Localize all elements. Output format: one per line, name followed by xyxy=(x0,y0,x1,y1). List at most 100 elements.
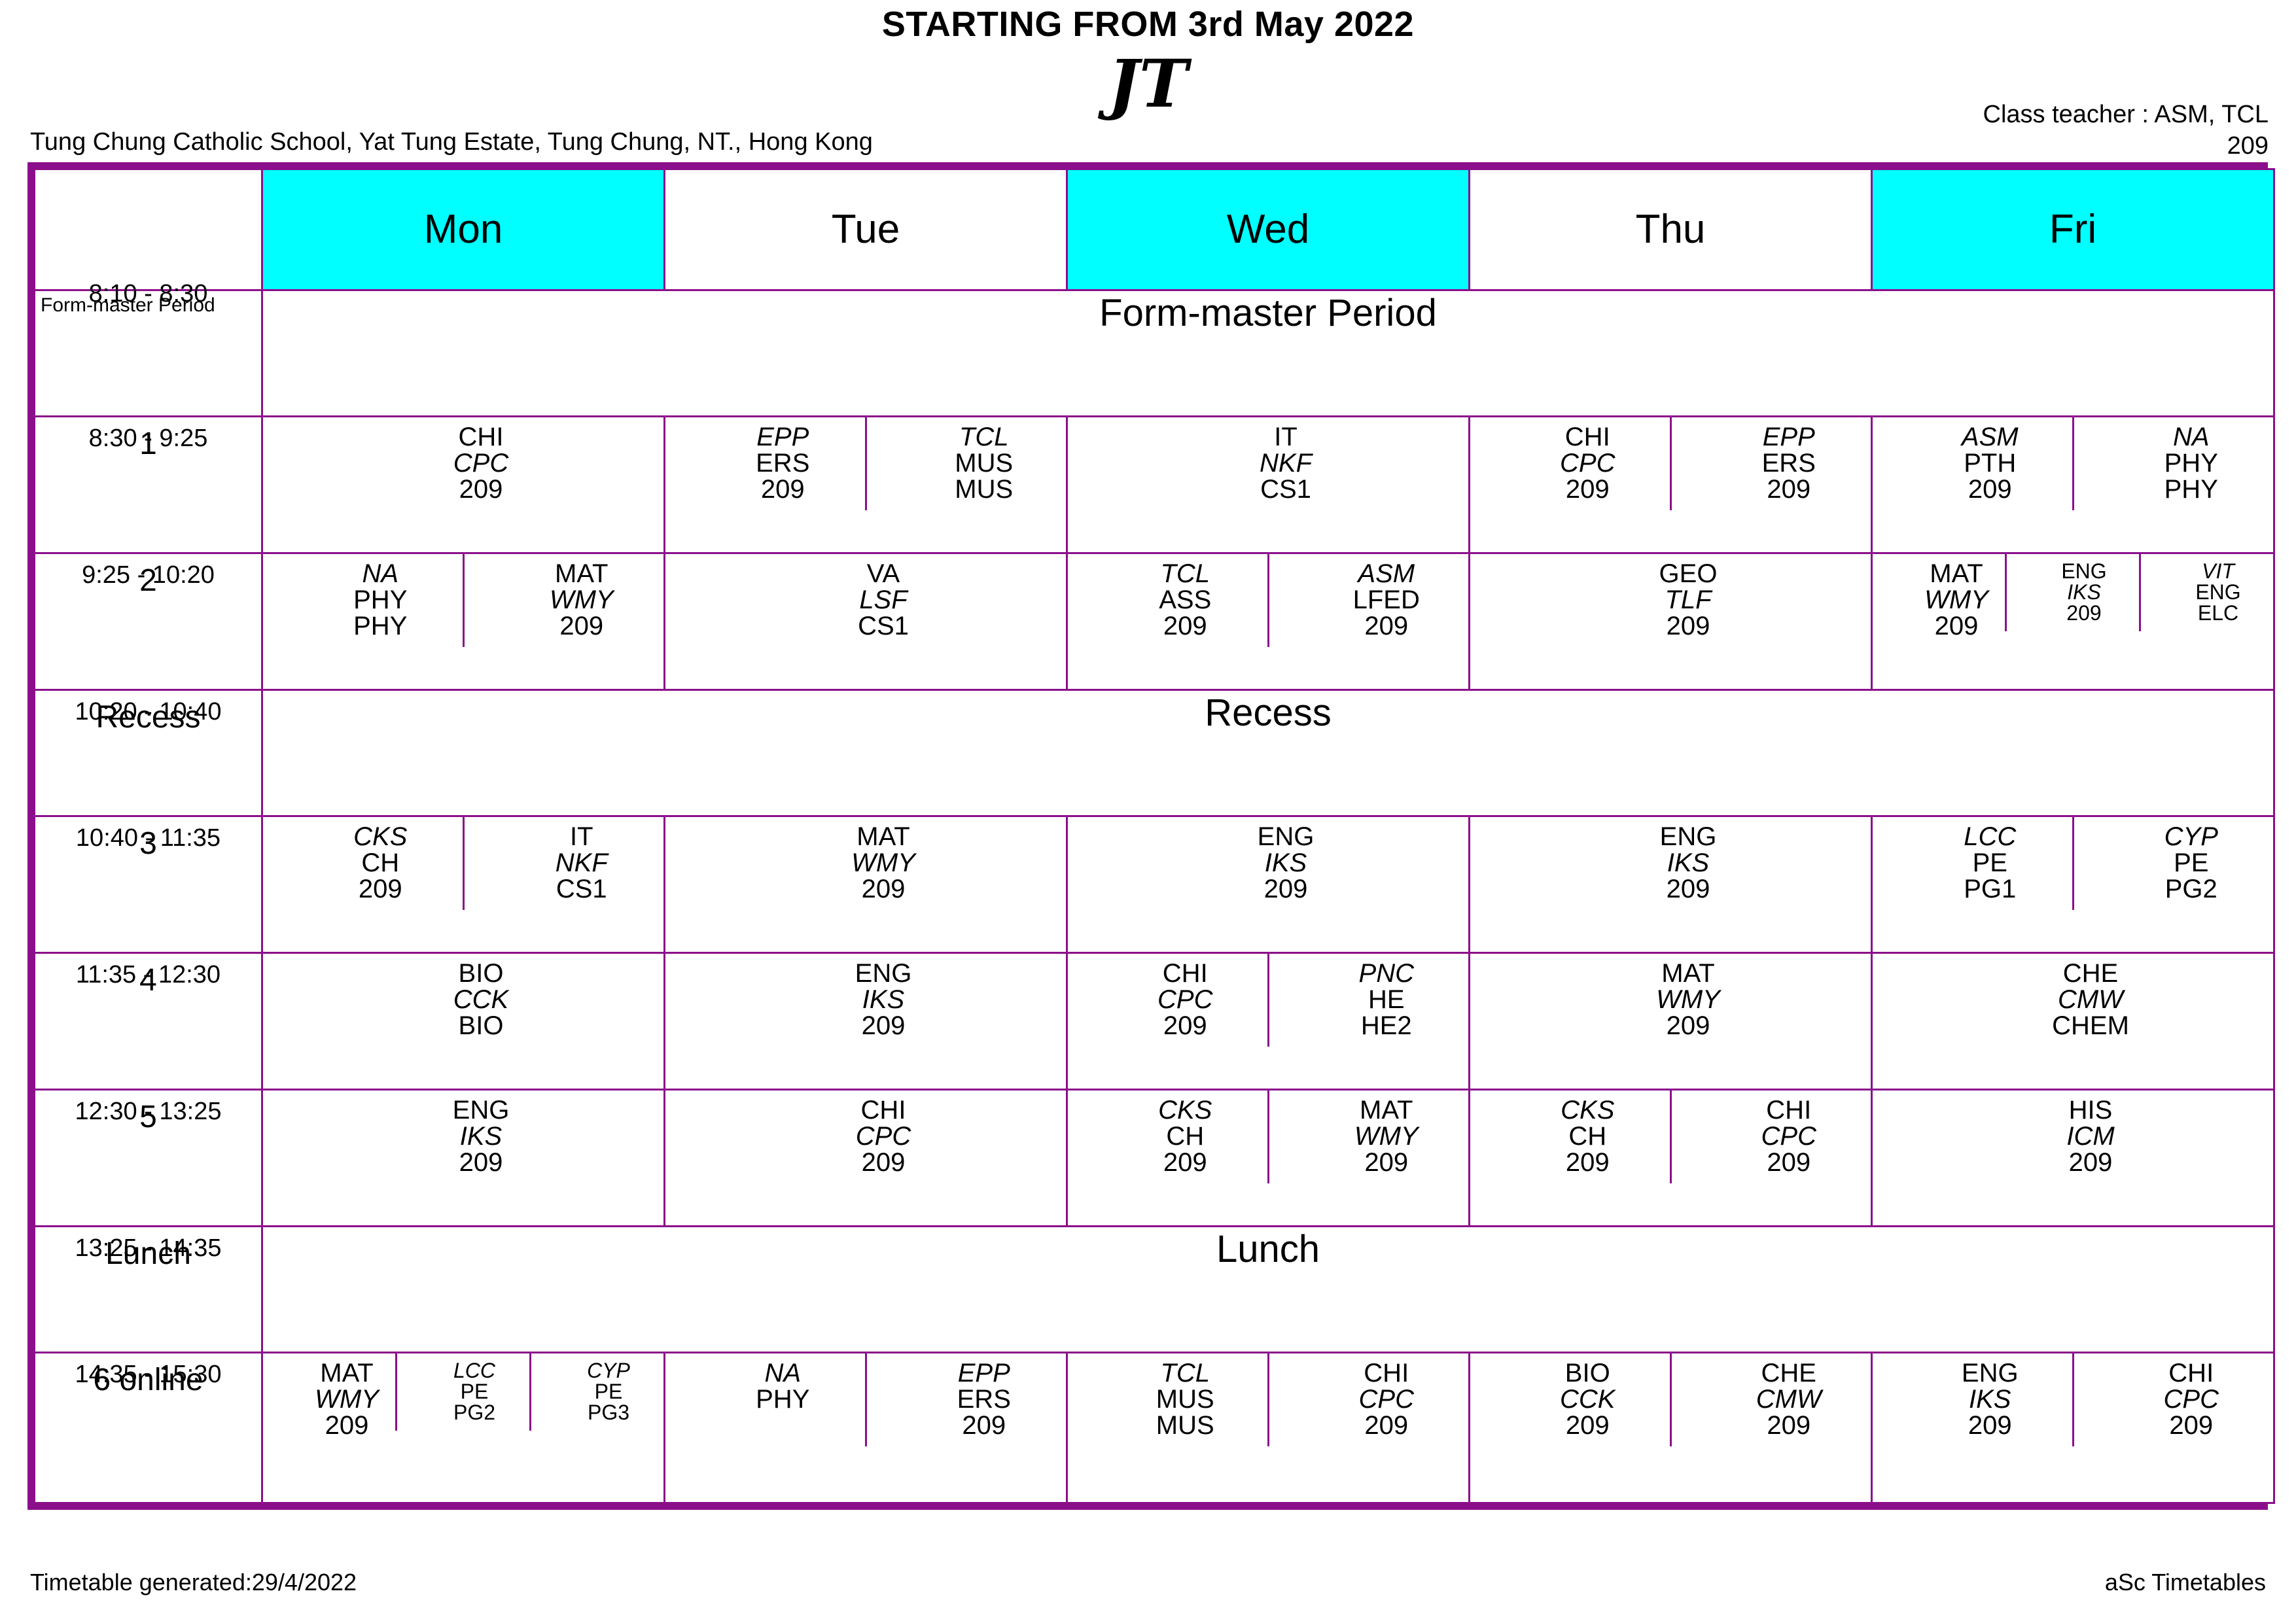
lesson-slot[interactable]: LCC PE PG1 xyxy=(1873,817,2072,910)
lesson-slot[interactable]: TCL MUS MUS xyxy=(864,417,1067,510)
lesson-room: 209 xyxy=(861,1148,906,1177)
lesson-slot[interactable]: MAT WMY 209 xyxy=(263,1353,395,1446)
lesson-row: 3 10:40 - 11:35 CKS CH 209 IT NKF CS1 MAT WMY 209 E… xyxy=(33,815,2275,954)
lesson-wrap: CKS CH 209 MAT WMY 209 xyxy=(1068,1091,1468,1183)
lesson-slot[interactable]: CHI CPC 209 xyxy=(1470,417,1670,510)
lesson-slot[interactable]: PNC HE HE2 xyxy=(1267,954,1469,1047)
lesson-slot[interactable]: CHI CPC 209 xyxy=(1267,1353,1469,1446)
lesson-slot[interactable]: ENG IKS 209 xyxy=(263,1091,663,1183)
lesson-slot[interactable]: TCL MUS MUS xyxy=(1068,1353,1267,1446)
banner-label: Lunch xyxy=(1216,1228,1320,1270)
lesson-wrap: TCL MUS MUS CHI CPC 209 xyxy=(1068,1353,1468,1446)
lesson-slot[interactable]: ENG IKS 209 xyxy=(1068,817,1468,910)
lesson-slot[interactable]: IT NKF CS1 xyxy=(462,817,664,910)
lesson-slot[interactable]: CYP PE PG3 xyxy=(529,1353,663,1431)
lesson-slot[interactable]: ENG IKS 209 xyxy=(1873,1353,2072,1446)
lesson-room: MUS xyxy=(1156,1411,1214,1440)
lesson-slot[interactable]: MAT WMY 209 xyxy=(462,554,664,647)
lesson-slot[interactable]: EPP ERS 209 xyxy=(864,1353,1067,1446)
lesson-slot[interactable]: ASM PTH 209 xyxy=(1873,417,2072,510)
lesson-slot[interactable]: CHI CPC 209 xyxy=(665,1091,1066,1183)
lesson-slot[interactable]: EPP ERS 209 xyxy=(665,417,865,510)
lesson-slot[interactable]: MAT WMY 209 xyxy=(1470,954,1871,1047)
lesson-subject: HE xyxy=(1368,985,1405,1014)
lesson-slot[interactable]: IT NKF CS1 xyxy=(1068,417,1468,510)
lesson-wrap: HIS ICM 209 xyxy=(1873,1091,2273,1183)
lesson-row: 2 9:25 - 10:20 NA PHY PHY MAT WMY 209 VA LSF CS1 TC… xyxy=(33,552,2275,691)
lesson-wrap: MAT WMY 209 xyxy=(1470,954,1871,1047)
day-header-fri[interactable]: Fri xyxy=(1871,168,2275,291)
lesson-slot[interactable]: ENG IKS 209 xyxy=(665,954,1066,1047)
lesson-slot[interactable]: VA LSF CS1 xyxy=(665,554,1066,647)
lesson-slot[interactable]: NA PHY PHY xyxy=(2072,417,2274,510)
lesson-wrap: MAT WMY 209 ENG IKS 209 VIT ENG ELC xyxy=(1873,554,2273,647)
lesson-slot[interactable]: CYP PE PG2 xyxy=(2072,817,2274,910)
day-header-tue[interactable]: Tue xyxy=(663,168,1068,291)
lesson-slot[interactable]: ENG IKS 209 xyxy=(1470,817,1871,910)
lesson-slot[interactable]: CHI CPC 209 xyxy=(263,417,663,510)
lesson-slot[interactable]: CKS CH 209 xyxy=(1068,1091,1267,1183)
lesson-slot[interactable]: CHI CPC 209 xyxy=(1068,954,1267,1047)
lesson-slot[interactable]: GEO TLF 209 xyxy=(1470,554,1871,647)
lesson-slot[interactable]: VIT ENG ELC xyxy=(2139,554,2273,631)
lesson-day-cell: MAT WMY 209 ENG IKS 209 VIT ENG ELC xyxy=(1871,552,2275,691)
lesson-slot[interactable]: CHE CMW CHEM xyxy=(1873,954,2273,1047)
lesson-slot[interactable]: MAT WMY 209 xyxy=(665,817,1066,910)
lesson-slot[interactable]: CHE CMW 209 xyxy=(1669,1353,1871,1446)
lesson-slot[interactable]: BIO CCK 209 xyxy=(1470,1353,1670,1446)
lesson-subject: BIO xyxy=(458,959,504,988)
lesson-room: BIO xyxy=(458,1011,504,1040)
timetable-grid: Mon Tue Wed Thu Fri Form-master Period 8:10 - … xyxy=(27,162,2275,1510)
lesson-day-cell: ENG IKS 209 xyxy=(1468,815,1873,954)
lesson-room: CS1 xyxy=(1260,475,1311,504)
lesson-text: ENG IKS 209 xyxy=(1506,817,1871,910)
lesson-slot[interactable]: CKS CH 209 xyxy=(1470,1091,1670,1183)
lesson-slot[interactable]: CKS CH 209 xyxy=(263,817,463,910)
lesson-slot[interactable]: NA PHY xyxy=(665,1353,865,1420)
lesson-wrap: LCC PE PG1 CYP PE PG2 xyxy=(1873,817,2273,910)
lesson-slot[interactable]: LCC PE PG2 xyxy=(395,1353,529,1431)
lesson-room: 209 xyxy=(2066,601,2102,625)
lesson-wrap: ASM PTH 209 NA PHY PHY xyxy=(1873,417,2273,510)
lesson-teacher: CYP xyxy=(587,1359,630,1382)
lesson-slot[interactable]: CHI CPC 209 xyxy=(1669,1091,1871,1183)
lesson-teacher: IKS xyxy=(1264,848,1307,877)
day-header-label: Tue xyxy=(831,207,900,252)
lesson-wrap: CHI CPC 209 PNC HE HE2 xyxy=(1068,954,1468,1047)
day-header-thu[interactable]: Thu xyxy=(1468,168,1873,291)
lesson-slot[interactable]: TCL ASS 209 xyxy=(1068,554,1267,647)
lesson-text: PNC HE HE2 xyxy=(1305,954,1469,1047)
lesson-slot[interactable]: EPP ERS 209 xyxy=(1669,417,1871,510)
lesson-slot[interactable]: NA PHY PHY xyxy=(263,554,463,647)
lesson-subject: ENG xyxy=(1257,822,1315,851)
lesson-day-cell: CKS CH 209 CHI CPC 209 xyxy=(1468,1089,1873,1227)
banner-label: Form-master Period xyxy=(1099,292,1437,334)
lesson-teacher: CCK xyxy=(453,985,509,1014)
lesson-subject: CHI xyxy=(1364,1359,1409,1387)
lesson-slot[interactable]: MAT WMY 209 xyxy=(1873,554,2005,647)
lesson-text: BIO CCK BIO xyxy=(298,954,663,1047)
lesson-slot[interactable]: ASM LFED 209 xyxy=(1267,554,1469,647)
day-header-wed[interactable]: Wed xyxy=(1066,168,1470,291)
lesson-room: 209 xyxy=(459,1148,503,1177)
period-timerange: 10:20 - 10:40 xyxy=(75,698,222,726)
lesson-room: 209 xyxy=(1666,875,1710,903)
lesson-room: 209 xyxy=(861,1011,906,1040)
day-header-mon[interactable]: Mon xyxy=(261,168,665,291)
lesson-slot[interactable]: ENG IKS 209 xyxy=(2005,554,2139,631)
lesson-day-cell: ENG IKS 209 xyxy=(1066,815,1470,954)
lesson-day-cell: BIO CCK BIO xyxy=(261,952,665,1091)
day-header-label: Fri xyxy=(1873,170,2273,289)
lesson-text: LCC PE PG2 xyxy=(419,1353,529,1431)
lesson-room: CS1 xyxy=(556,875,607,903)
lesson-slot[interactable]: BIO CCK BIO xyxy=(263,954,663,1047)
lesson-slot[interactable]: MAT WMY 209 xyxy=(1267,1091,1469,1183)
banner-cell: Recess xyxy=(261,689,2275,817)
lesson-text: MAT WMY 209 xyxy=(1506,954,1871,1047)
lesson-slot[interactable]: HIS ICM 209 xyxy=(1873,1091,2273,1183)
lesson-day-cell: CHE CMW CHEM xyxy=(1871,952,2275,1091)
lesson-slot[interactable]: CHI CPC 209 xyxy=(2072,1353,2274,1446)
lesson-room: PG1 xyxy=(1964,875,2017,903)
school-address: Tung Chung Catholic School, Yat Tung Est… xyxy=(30,128,873,156)
lesson-row: 1 8:30 - 9:25 CHI CPC 209 EPP ERS 209 TCL MUS MUS I… xyxy=(33,415,2275,554)
